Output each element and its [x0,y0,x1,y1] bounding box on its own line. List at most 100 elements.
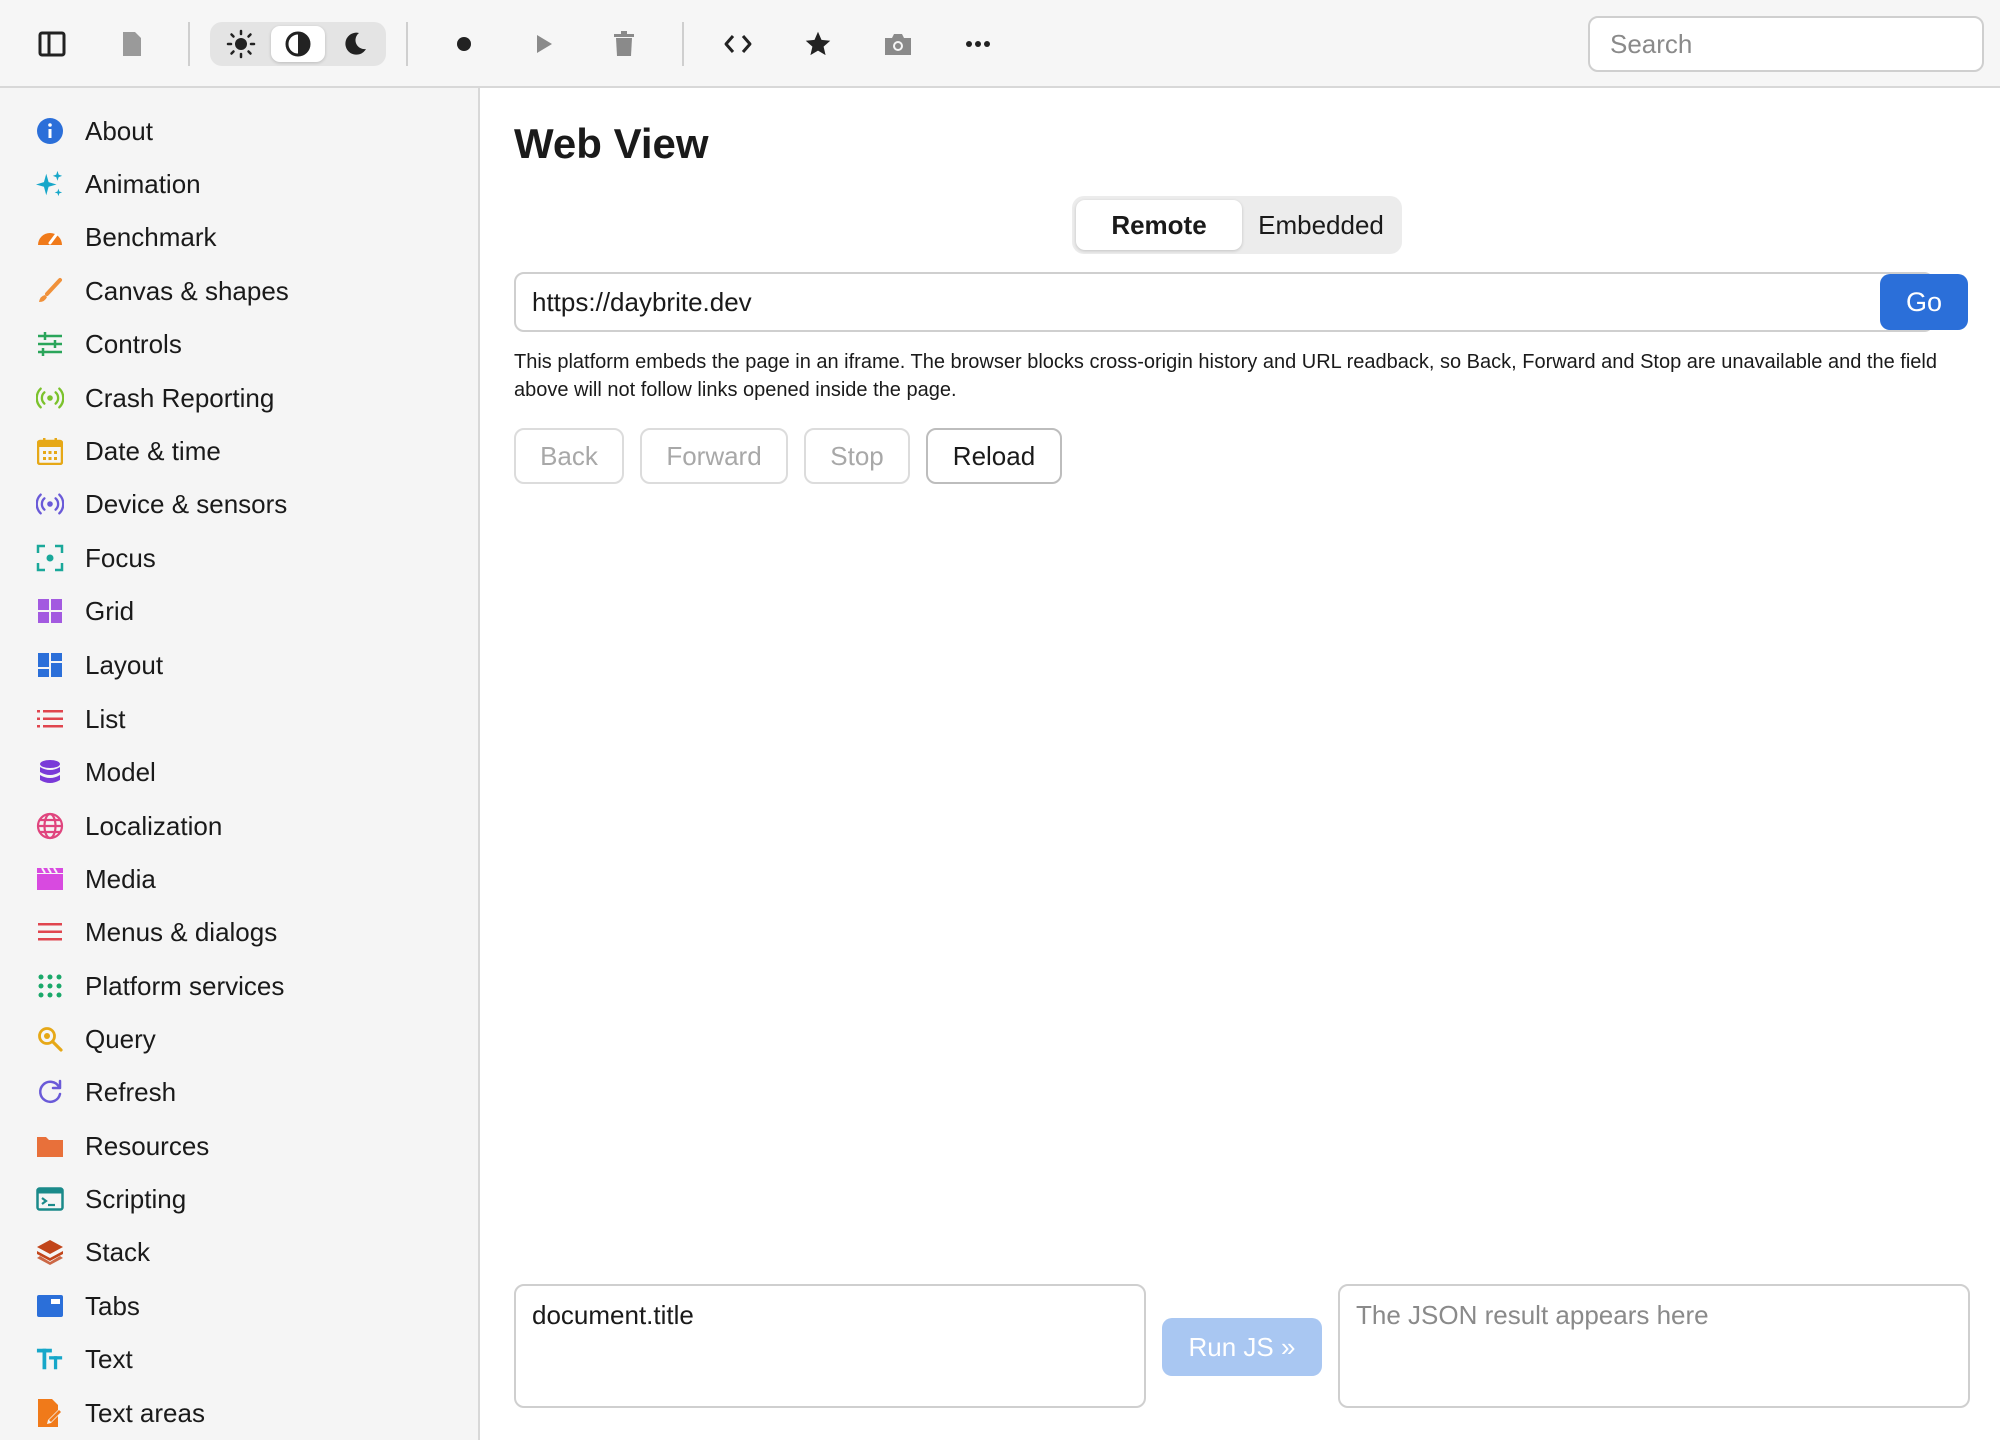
sparkles-icon [36,170,64,198]
stop-button[interactable]: Stop [804,428,910,484]
sidebar-item-label: Platform services [85,971,285,1001]
sidebar-item-resources[interactable]: Resources [0,1121,478,1171]
clapperboard-icon [36,865,64,893]
js-output[interactable] [1338,1284,1970,1408]
list-icon [36,705,64,733]
sidebar-item-label: Model [85,757,156,787]
sidebar-item-controls[interactable]: Controls [0,319,478,369]
sidebar-item-date-time[interactable]: Date & time [0,426,478,476]
layers-icon [36,1238,64,1266]
sun-icon[interactable] [214,26,268,62]
sensor-icon [36,490,64,518]
sidebar-item-crash-reporting[interactable]: Crash Reporting [0,373,478,423]
sidebar-item-menus-dialogs[interactable]: Menus & dialogs [0,907,478,957]
play-icon[interactable] [522,22,566,66]
sidebar-item-label: Localization [85,811,223,841]
toolbar-divider [406,22,408,66]
grid-icon [36,597,64,625]
sidebar-item-list[interactable]: List [0,694,478,744]
reload-button[interactable]: Reload [926,428,1062,484]
sidebar-item-model[interactable]: Model [0,747,478,797]
sidebar-item-label: Animation [85,169,201,199]
theme-switcher [210,22,386,66]
sidebar-item-stack[interactable]: Stack [0,1227,478,1277]
run-js-button[interactable]: Run JS » [1162,1318,1322,1376]
main-content: Web View Remote Embedded Go This platfor… [480,88,2000,1440]
sidebar-item-label: Canvas & shapes [85,276,289,306]
sidebar-item-label: Tabs [85,1291,140,1321]
contrast-icon[interactable] [271,26,325,62]
toolbar [0,0,2000,88]
sidebar-item-about[interactable]: About [0,106,478,156]
sidebar-item-label: List [85,704,126,734]
terminal-icon [36,1185,64,1213]
back-button[interactable]: Back [514,428,624,484]
sidebar-item-media[interactable]: Media [0,854,478,904]
sidebar-item-label: About [85,116,153,146]
sidebar-item-refresh[interactable]: Refresh [0,1067,478,1117]
page-title: Web View [514,120,709,167]
search-icon [36,1025,64,1053]
sidebar-item-focus[interactable]: Focus [0,533,478,583]
sidebar-item-label: Controls [85,329,182,359]
trash-icon[interactable] [602,22,646,66]
apps-icon [36,972,64,1000]
menu-icon [36,918,64,946]
tabs-icon [36,1292,64,1320]
forward-button[interactable]: Forward [640,428,788,484]
sidebar-item-label: Benchmark [85,222,217,252]
toolbar-divider [188,22,190,66]
calendar-icon [36,437,64,465]
sidebar-item-label: Layout [85,650,164,680]
moon-icon[interactable] [328,26,382,62]
globe-icon [36,812,64,840]
search-input[interactable] [1588,16,1984,72]
sidebar-item-tabs[interactable]: Tabs [0,1281,478,1331]
more-icon[interactable] [956,22,1000,66]
sidebar-item-device-sensors[interactable]: Device & sensors [0,479,478,529]
sidebar-item-label: Grid [85,596,135,626]
sidebar-item-label: Crash Reporting [85,383,275,413]
sidebar-item-label: Focus [85,543,156,573]
sliders-icon [36,330,64,358]
text-icon [36,1345,64,1373]
sidebar-item-animation[interactable]: Animation [0,159,478,209]
file-icon[interactable] [110,22,154,66]
sidebar-item-label: Menus & dialogs [85,917,278,947]
refresh-icon [36,1078,64,1106]
sidebar-item-canvas-shapes[interactable]: Canvas & shapes [0,266,478,316]
sidebar-toggle-icon[interactable] [30,22,74,66]
code-icon[interactable] [716,22,760,66]
tab-embedded[interactable]: Embedded [1244,200,1398,250]
sidebar-item-text[interactable]: Text [0,1334,478,1384]
go-button[interactable]: Go [1880,274,1968,330]
sidebar-item-layout[interactable]: Layout [0,640,478,690]
sidebar-item-query[interactable]: Query [0,1014,478,1064]
edit-document-icon [36,1399,64,1427]
sidebar-item-text-areas[interactable]: Text areas [0,1388,478,1438]
sidebar-item-label: Text areas [85,1398,205,1428]
record-icon[interactable] [442,22,486,66]
folder-icon [36,1132,64,1160]
star-icon[interactable] [796,22,840,66]
camera-icon[interactable] [876,22,920,66]
sidebar-item-scripting[interactable]: Scripting [0,1174,478,1224]
sidebar-item-grid[interactable]: Grid [0,586,478,636]
sidebar-item-label: Resources [85,1131,210,1161]
broadcast-icon [36,384,64,412]
layout-icon [36,651,64,679]
gauge-icon [36,223,64,251]
info-icon [36,117,64,145]
sidebar-item-platform-services[interactable]: Platform services [0,961,478,1011]
sidebar-item-localization[interactable]: Localization [0,801,478,851]
sidebar-item-label: Date & time [85,436,221,466]
url-input[interactable] [514,272,1934,332]
tab-remote[interactable]: Remote [1076,200,1242,250]
sidebar-item-benchmark[interactable]: Benchmark [0,212,478,262]
js-input[interactable]: document.title [514,1284,1146,1408]
focus-icon [36,544,64,572]
sidebar-item-label: Scripting [85,1184,187,1214]
sidebar: About Animation Benchmark Canvas & shape… [0,88,480,1440]
toolbar-divider [682,22,684,66]
brush-icon [36,277,64,305]
